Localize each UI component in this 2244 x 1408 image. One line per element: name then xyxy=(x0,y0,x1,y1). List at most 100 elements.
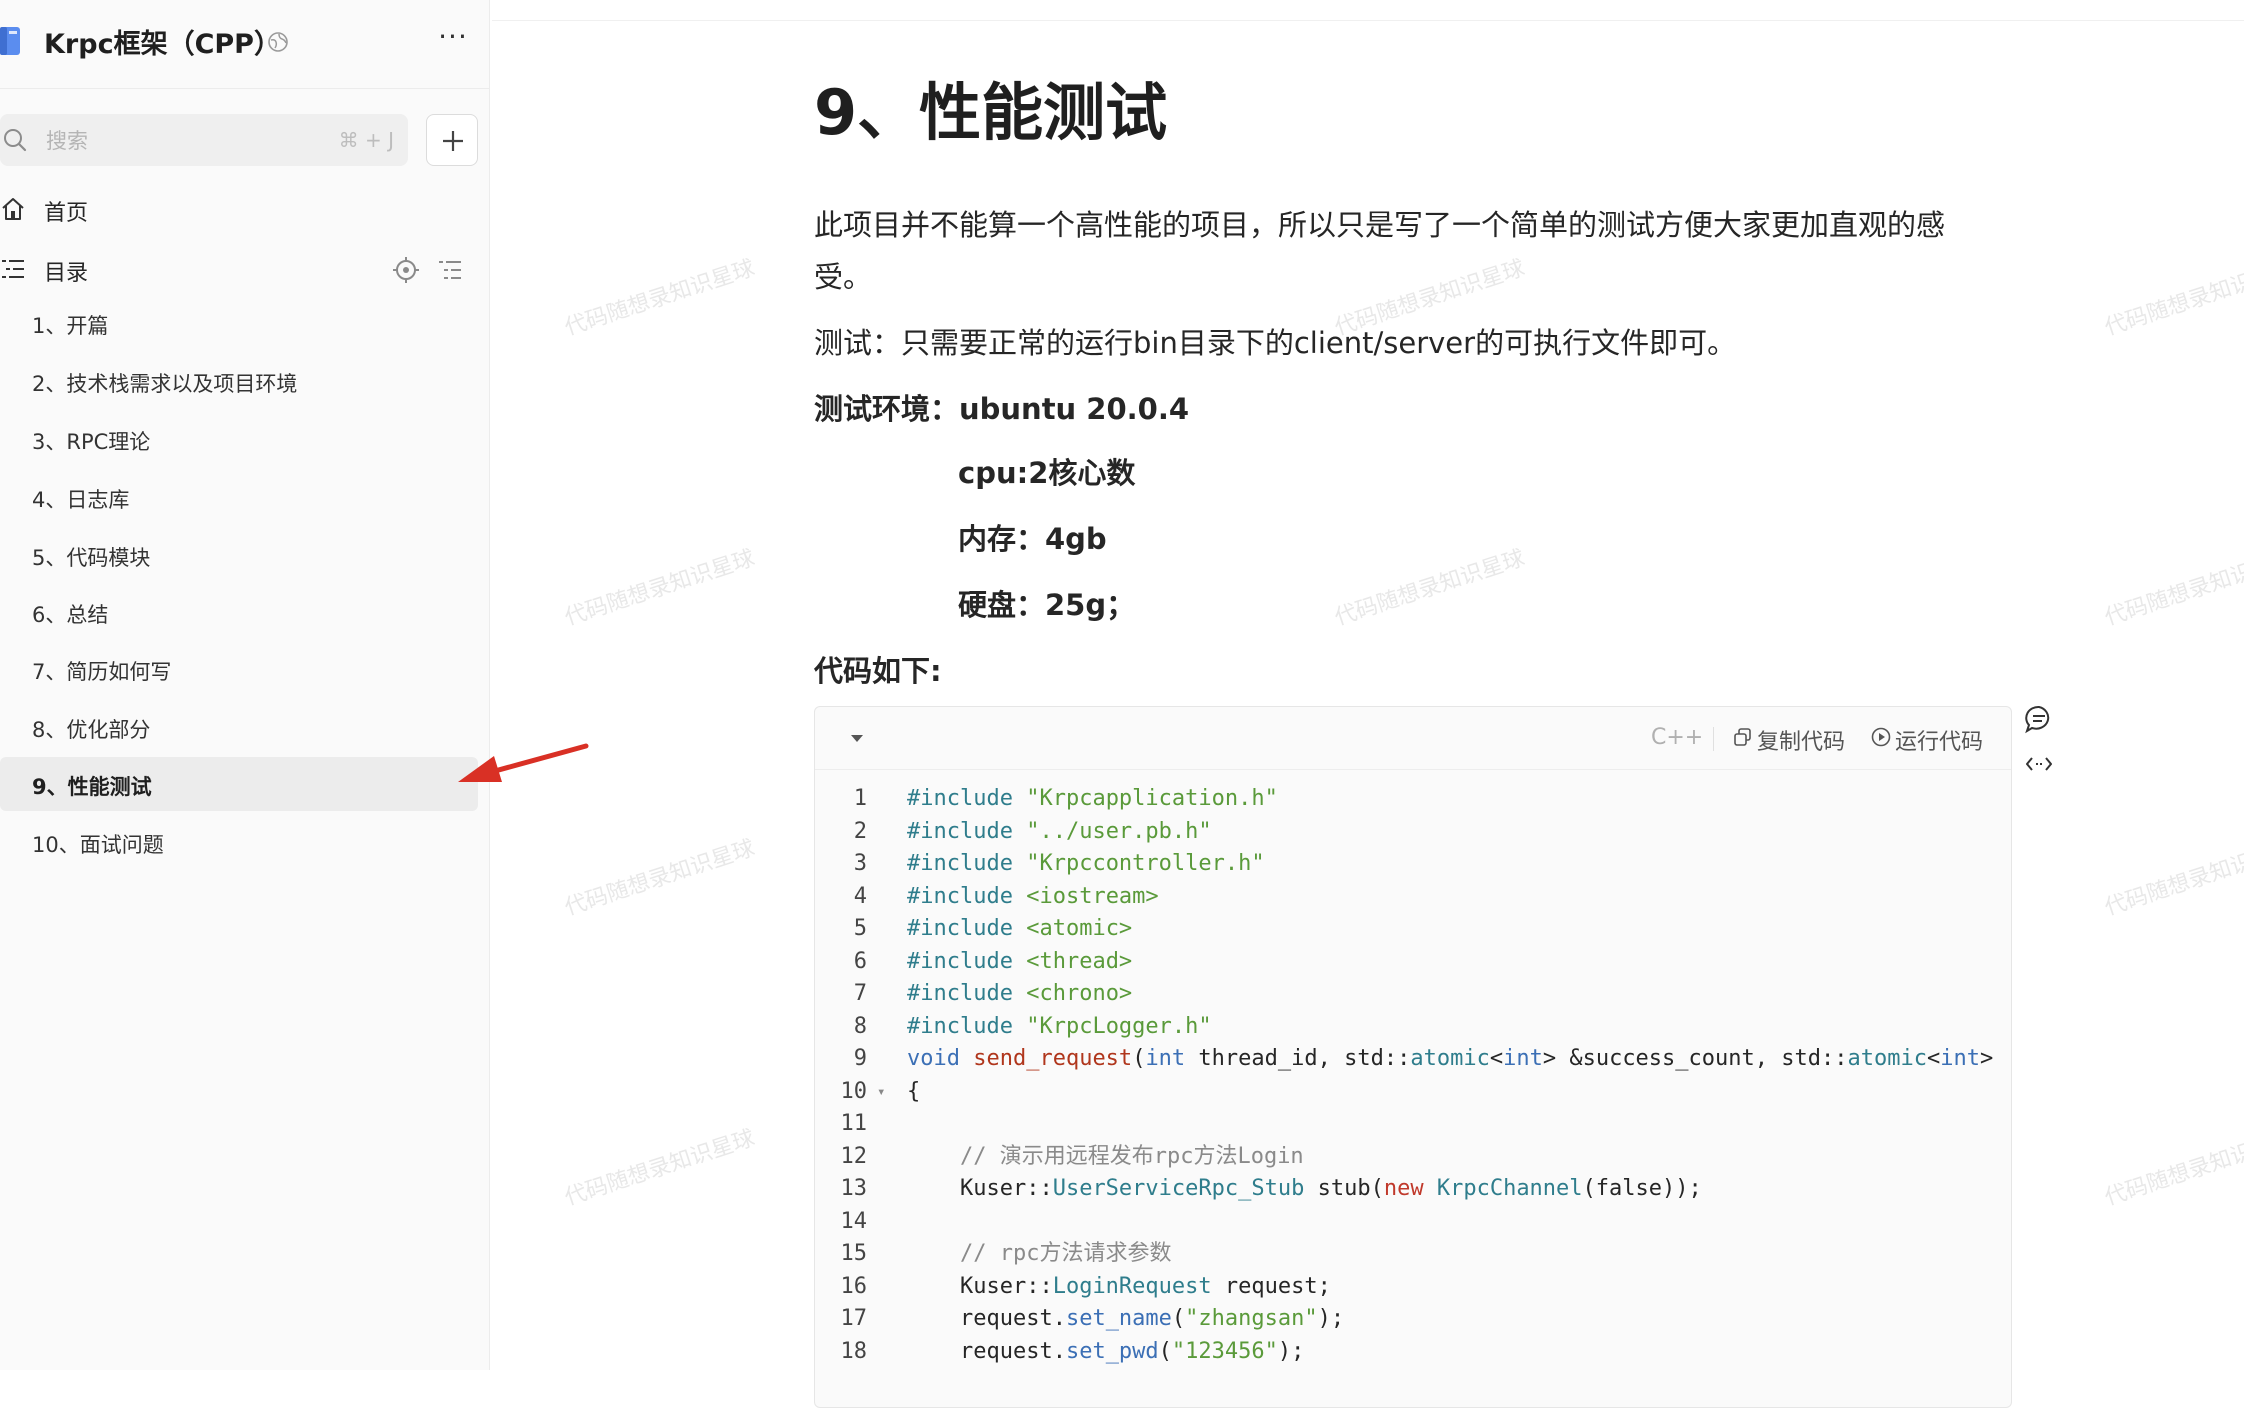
code-line: 3 #include "Krpccontroller.h" xyxy=(815,848,2011,881)
code-token: #include xyxy=(907,851,1027,876)
code-token: thread_id, std:: xyxy=(1185,1046,1411,1071)
toc-item[interactable]: 9、性能测试 xyxy=(0,757,478,811)
code-token: atomic xyxy=(1847,1046,1927,1071)
code-text: void send_request(int thread_id, std::at… xyxy=(907,1043,1993,1076)
code-token: int xyxy=(1145,1046,1186,1071)
memory-line: 内存：4gb xyxy=(958,522,1107,556)
line-number: 1 xyxy=(853,786,867,811)
code-token: int xyxy=(1503,1046,1543,1071)
watermark: 代码随想录知识星球 xyxy=(1331,545,1528,631)
code-token: > &success_count, std:: xyxy=(1542,1046,1848,1071)
code-text: #include <atomic> xyxy=(907,913,1132,946)
line-number: 18 xyxy=(840,1338,868,1364)
code-line: 14 xyxy=(815,1206,2011,1239)
add-button[interactable] xyxy=(426,114,478,166)
code-token: stub( xyxy=(1304,1176,1384,1201)
code-line: 18 request.set_pwd("123456"); xyxy=(815,1336,2011,1369)
nav-toc[interactable]: 目录 xyxy=(0,246,490,292)
watermark: 代码随想录知识星球 xyxy=(2101,1125,2244,1211)
book-header: Krpc框架（CPP） ··· xyxy=(0,0,490,84)
expand-width-icon[interactable] xyxy=(2024,752,2054,776)
watermark: 代码随想录知识星球 xyxy=(2101,255,2244,341)
code-line: 17 request.set_name("zhangsan"); xyxy=(815,1303,2011,1336)
toc-item-label: 6、总结 xyxy=(32,603,109,627)
code-token: { xyxy=(907,1078,921,1104)
intro-line-2: 受。 xyxy=(814,260,873,294)
red-arrow-annotation xyxy=(458,743,589,782)
code-text: #include "../user.pb.h" xyxy=(907,816,1212,849)
toc-item[interactable]: 4、日志库 xyxy=(0,470,478,524)
code-text: #include "Krpccontroller.h" xyxy=(907,848,1265,881)
code-text: #include <iostream> xyxy=(907,881,1159,914)
watermark: 代码随想录知识星球 xyxy=(561,835,758,921)
code-block[interactable]: C++ 复制代码 运行代码 1 #include "Krpcapplication… xyxy=(814,706,2012,1408)
line-number: 7 xyxy=(853,981,867,1006)
nav-home[interactable]: 首页 xyxy=(0,186,490,232)
code-token: <iostream> xyxy=(1026,883,1159,909)
line-number: 2 xyxy=(853,818,867,844)
code-line: 7 #include <chrono> xyxy=(815,978,2011,1011)
code-token: "zhangsan" xyxy=(1185,1306,1318,1331)
collapse-caret-icon[interactable] xyxy=(849,731,865,745)
locate-icon[interactable] xyxy=(392,256,420,284)
code-text: #include <chrono> xyxy=(907,978,1132,1011)
plus-icon xyxy=(443,131,463,151)
line-number: 4 xyxy=(853,883,867,909)
code-line: 13 Kuser::UserServiceRpc_Stub stub(new K… xyxy=(815,1173,2011,1206)
page-title: 9、性能测试 xyxy=(814,76,1168,149)
line-number: 16 xyxy=(840,1273,868,1299)
line-number: 11 xyxy=(840,1111,868,1136)
code-token: <chrono> xyxy=(1026,981,1133,1006)
code-language[interactable]: C++ xyxy=(1651,725,1703,750)
toc-item[interactable]: 3、RPC理论 xyxy=(0,412,478,466)
code-token: void xyxy=(907,1046,974,1071)
code-token: <thread> xyxy=(1026,948,1133,974)
toc-item[interactable]: 6、总结 xyxy=(0,585,478,639)
code-token: Kuser:: xyxy=(907,1176,1053,1201)
toc-item[interactable]: 2、技术栈需求以及项目环境 xyxy=(0,354,478,408)
comment-icon[interactable] xyxy=(2024,704,2054,734)
code-line: 9 void send_request(int thread_id, std::a… xyxy=(815,1043,2011,1076)
code-text: request.set_pwd("123456"); xyxy=(907,1336,1304,1369)
toc-item[interactable]: 1、开篇 xyxy=(0,296,478,350)
toc-item-label: 5、代码模块 xyxy=(32,546,151,570)
disk-line: 硬盘：25g； xyxy=(958,588,1136,622)
code-token: KrpcChannel xyxy=(1436,1176,1583,1201)
more-options-icon[interactable]: ··· xyxy=(438,23,468,56)
header-divider xyxy=(0,88,490,89)
outline-icon[interactable] xyxy=(436,256,464,284)
code-text: // 演示用远程发布rpc方法Login xyxy=(907,1141,1304,1174)
code-text: #include "KrpcLogger.h" xyxy=(907,1011,1212,1044)
line-number: 14 xyxy=(840,1208,868,1234)
toc-list-icon xyxy=(2,260,24,278)
toc-item[interactable]: 7、简历如何写 xyxy=(0,642,478,696)
code-token: "Krpccontroller.h" xyxy=(1026,851,1265,876)
code-lines[interactable]: 1 #include "Krpcapplication.h" 2 #include "… xyxy=(815,783,2011,1368)
fold-caret-icon[interactable]: ▾ xyxy=(877,1076,891,1109)
book-title[interactable]: Krpc框架（CPP） xyxy=(44,22,281,61)
code-token: #include xyxy=(907,948,1027,974)
toc-item[interactable]: 10、面试问题 xyxy=(0,815,478,869)
code-line: 11 xyxy=(815,1108,2011,1141)
public-status-icon[interactable] xyxy=(266,30,290,54)
test-env-line: 测试环境：ubuntu 20.0.4 xyxy=(814,392,1190,426)
copy-icon xyxy=(1734,728,1751,746)
code-token: request. xyxy=(907,1306,1066,1331)
nav-home-label: 首页 xyxy=(44,201,89,226)
code-token: int xyxy=(1940,1046,1980,1071)
code-text: request.set_name("zhangsan"); xyxy=(907,1303,1344,1336)
toc-item[interactable]: 5、代码模块 xyxy=(0,528,478,582)
cpu-line: cpu:2核心数 xyxy=(958,456,1136,490)
code-text: #include "Krpcapplication.h" xyxy=(907,783,1278,816)
search-box[interactable]: ⌘ + J xyxy=(0,114,408,168)
code-token: < xyxy=(1926,1046,1941,1071)
code-token: new xyxy=(1383,1176,1437,1201)
search-input[interactable] xyxy=(44,114,308,168)
toc-item[interactable]: 8、优化部分 xyxy=(0,700,478,754)
line-number: 12 xyxy=(840,1143,868,1169)
run-code-label: 运行代码 xyxy=(1895,730,1984,755)
code-token: > xyxy=(1979,1046,1994,1071)
code-line: 4 #include <iostream> xyxy=(815,881,2011,914)
play-circle-icon xyxy=(1871,727,1891,747)
